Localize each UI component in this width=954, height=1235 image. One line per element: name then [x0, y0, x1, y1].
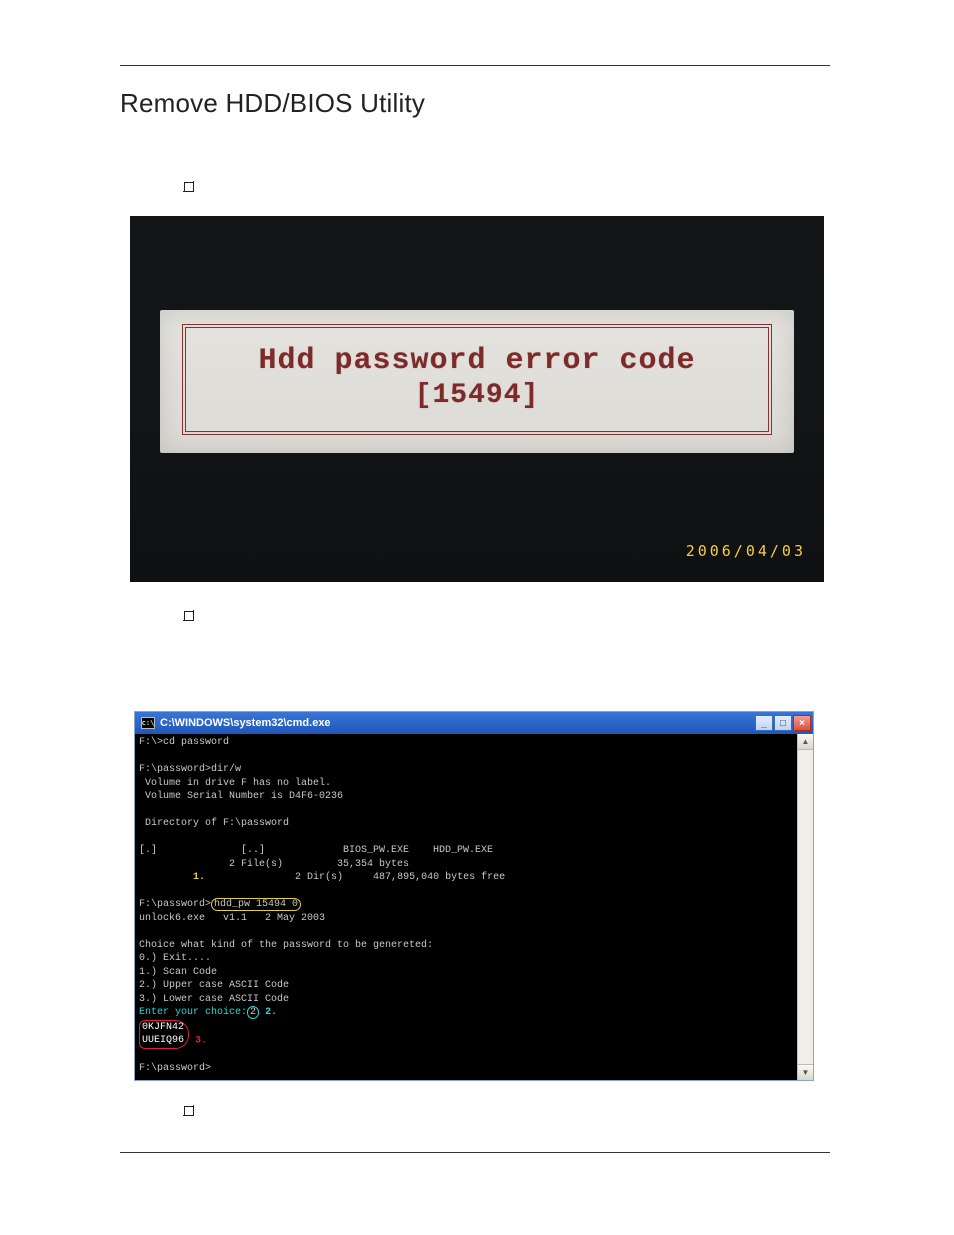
minimize-button[interactable]: _ [755, 715, 773, 731]
scrollbar[interactable]: ▲ ▼ [797, 734, 813, 1080]
top-horizontal-rule [120, 65, 830, 66]
bullet-square-icon [184, 1106, 194, 1116]
annotation-highlight-output: 0KJFN42 UUEIQ96 [139, 1020, 189, 1049]
bios-error-code: [15494] [196, 380, 758, 411]
cmd-client-area: F:\>cd password F:\password>dir/w Volume… [135, 734, 813, 1080]
scroll-up-button[interactable]: ▲ [798, 734, 813, 750]
bullet-item [184, 1103, 830, 1116]
bullet-item [184, 179, 830, 192]
bios-error-screenshot: Hdd password error code [15494] 2006/04/… [130, 216, 824, 582]
annotation-number-2: 2. [265, 1007, 277, 1018]
cmd-titlebar[interactable]: c:\ C:\WINDOWS\system32\cmd.exe _ □ × [135, 712, 813, 734]
page-title: Remove HDD/BIOS Utility [120, 88, 830, 119]
close-button[interactable]: × [793, 715, 811, 731]
cmd-terminal-output[interactable]: F:\>cd password F:\password>dir/w Volume… [135, 734, 797, 1080]
bullet-square-icon [184, 182, 194, 192]
scroll-down-button[interactable]: ▼ [798, 1064, 813, 1080]
bottom-horizontal-rule [120, 1152, 830, 1153]
annotation-highlight-command: hdd_pw 15494 0 [211, 898, 301, 911]
annotation-number-1: 1. [193, 872, 205, 883]
cmd-window: c:\ C:\WINDOWS\system32\cmd.exe _ □ × F:… [134, 711, 814, 1081]
page-content: Remove HDD/BIOS Utility Hdd password err… [120, 65, 830, 1140]
bios-dialog-box: Hdd password error code [15494] [160, 310, 794, 453]
bullet-square-icon [184, 611, 194, 621]
window-buttons: _ □ × [755, 715, 811, 731]
annotation-number-3: 3. [195, 1035, 207, 1046]
bios-error-line1: Hdd password error code [196, 344, 758, 378]
cmd-icon: c:\ [141, 717, 155, 729]
bullet-item [184, 608, 830, 621]
maximize-button[interactable]: □ [774, 715, 792, 731]
cmd-window-title: C:\WINDOWS\system32\cmd.exe [160, 717, 331, 729]
annotation-highlight-choice: 2 [247, 1006, 259, 1019]
bios-dialog-frame: Hdd password error code [15494] [182, 324, 772, 435]
photo-datestamp: 2006/04/03 [686, 542, 806, 560]
